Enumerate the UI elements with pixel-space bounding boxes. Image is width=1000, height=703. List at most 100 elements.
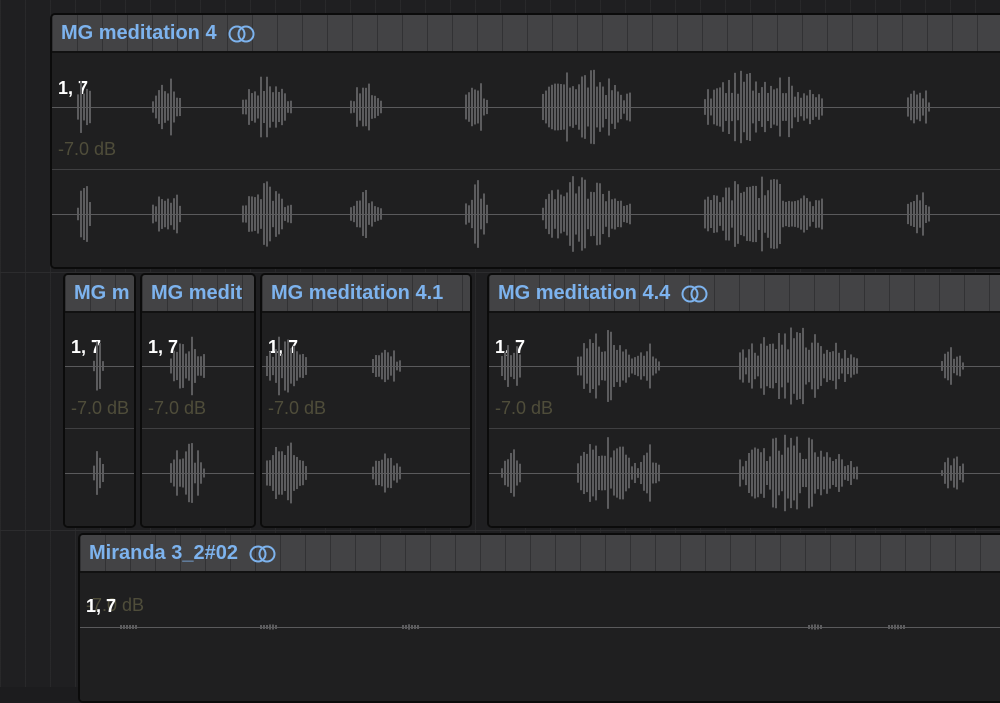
waveform-bar	[623, 100, 625, 114]
audio-region[interactable]: MG meditation 4.1 1, 7 -7.0 dB	[260, 273, 472, 528]
region-waveform-area: 1, 7 -7.0 dB	[52, 53, 1000, 267]
waveform-bar	[658, 361, 660, 371]
waveform-bar	[746, 187, 748, 241]
waveform-bar	[757, 448, 759, 498]
waveform-bar	[465, 94, 467, 120]
waveform-bar	[287, 205, 289, 223]
waveform-bar	[572, 86, 574, 128]
track-lane-divider	[0, 530, 1000, 531]
region-header[interactable]: MG meditation 4	[52, 15, 1000, 53]
waveform-bar	[922, 98, 924, 116]
waveform-bar	[269, 86, 271, 128]
waveform-bar	[269, 624, 271, 630]
waveform-bar	[99, 343, 101, 389]
waveform-bar	[251, 93, 253, 121]
channel-separator	[142, 428, 254, 429]
waveform-bar	[365, 189, 367, 239]
waveform-bar	[577, 356, 579, 376]
region-header[interactable]: MG meditation 4.1	[262, 275, 470, 313]
waveform-bar	[194, 462, 196, 484]
waveform-bar	[800, 97, 802, 117]
waveform-bar	[745, 357, 747, 375]
waveform-bar	[631, 358, 633, 374]
waveform-bar	[575, 193, 577, 235]
waveform-bar	[826, 452, 828, 494]
waveform-bar	[755, 185, 757, 243]
waveform-bar	[803, 195, 805, 233]
region-header[interactable]: MG m	[65, 275, 134, 313]
waveform-bar	[847, 357, 849, 375]
waveform-bar	[200, 462, 202, 484]
waveform-bar	[375, 460, 377, 486]
waveform-bar	[910, 93, 912, 121]
waveform-bar	[560, 84, 562, 130]
waveform-bar	[757, 355, 759, 377]
waveform-bar	[888, 625, 890, 629]
waveform-bar	[584, 75, 586, 139]
waveform-bar	[925, 90, 927, 124]
audio-region[interactable]: MG meditation 4 1, 7 -7.0 dB	[50, 13, 1000, 269]
waveform-bar	[950, 465, 952, 481]
waveform-bar	[850, 461, 852, 485]
waveform-bar	[152, 101, 154, 113]
audio-region[interactable]: MG meditation 4.4 1, 7 -7.0 dB	[487, 273, 1000, 528]
region-header[interactable]: MG meditation 4.4	[489, 275, 1000, 313]
waveform-bar	[611, 90, 613, 124]
waveform-bar	[586, 348, 588, 384]
channel-separator	[489, 428, 1000, 429]
region-header[interactable]: Miranda 3_2#02	[80, 535, 1000, 573]
waveform-bar	[742, 349, 744, 383]
waveform-bar	[380, 100, 382, 114]
waveform-bar	[767, 190, 769, 238]
waveform-bar	[179, 459, 181, 487]
waveform-bar	[728, 79, 730, 135]
waveform-bar	[257, 194, 259, 234]
waveform-bar	[919, 92, 921, 122]
waveform-bar	[785, 93, 787, 121]
waveform-bar	[785, 201, 787, 227]
audio-region[interactable]: Miranda 3_2#02 -7.0 dB 1, 7	[78, 533, 1000, 703]
waveform-bar	[569, 87, 571, 127]
waveform-bar	[170, 78, 172, 136]
waveform-bar	[707, 89, 709, 125]
waveform-bar	[161, 199, 163, 229]
waveform-bar	[614, 198, 616, 230]
waveform-bar	[622, 351, 624, 381]
waveform-bar	[628, 457, 630, 489]
waveform-bar	[188, 351, 190, 381]
waveform-bar	[480, 198, 482, 230]
waveform-bar	[548, 193, 550, 235]
waveform-bar	[808, 437, 810, 509]
waveform-bar	[580, 356, 582, 376]
waveform-bar	[947, 351, 949, 381]
waveform-bar	[483, 193, 485, 235]
waveform-bar	[254, 91, 256, 123]
waveform-bar	[93, 465, 95, 481]
waveform-bar	[551, 190, 553, 238]
waveform-bar	[811, 439, 813, 507]
waveform-bar	[640, 352, 642, 380]
waveform-bar	[752, 90, 754, 124]
waveform-bar	[716, 88, 718, 126]
waveform-bar	[782, 93, 784, 121]
waveform-bar	[922, 192, 924, 236]
waveform-bar	[305, 357, 307, 375]
waveform-bar	[284, 341, 286, 391]
waveform-bar	[587, 87, 589, 127]
waveform-bar	[599, 82, 601, 132]
waveform-bar	[821, 98, 823, 116]
waveform-bar	[784, 434, 786, 512]
waveform-bar	[368, 83, 370, 131]
waveform-bar	[637, 355, 639, 377]
waveform-bar	[504, 351, 506, 381]
audio-region[interactable]: MG medit 1, 7 -7.0 dB	[140, 273, 256, 528]
waveform-bar	[916, 94, 918, 120]
waveform-bar	[245, 99, 247, 115]
waveform-bar	[628, 354, 630, 378]
loop-icon	[249, 545, 276, 562]
audio-region[interactable]: MG m 1, 7 -7.0 dB	[63, 273, 136, 528]
waveform-bar	[820, 346, 822, 386]
region-header[interactable]: MG medit	[142, 275, 254, 313]
waveform-bar	[826, 349, 828, 383]
waveform-bar	[545, 199, 547, 229]
